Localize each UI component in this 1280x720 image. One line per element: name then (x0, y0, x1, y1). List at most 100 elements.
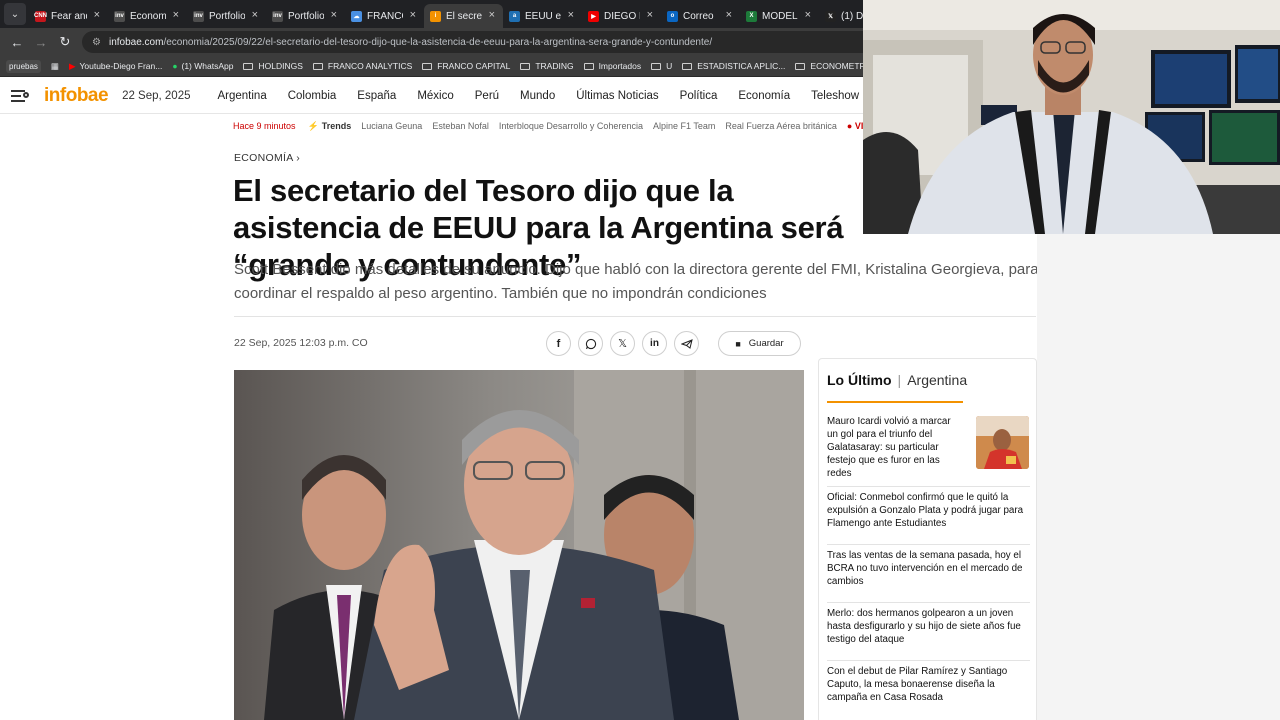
linkedin-icon[interactable]: in (642, 331, 667, 356)
bookmark-item[interactable]: HOLDINGS (243, 61, 303, 71)
bookmark-label: U (666, 61, 673, 71)
bookmark-item[interactable]: ESTADISTICA APLIC... (682, 61, 785, 71)
tab-close-icon[interactable]: × (331, 9, 337, 21)
live-badge[interactable]: ● VI (847, 121, 863, 131)
news-divider (827, 602, 1030, 603)
browser-tab[interactable]: a EEUU est × (503, 4, 582, 28)
folder-icon (422, 62, 433, 70)
bookmark-item[interactable]: ● (1) WhatsApp (172, 61, 233, 71)
nav-link[interactable]: Perú (475, 90, 499, 102)
latest-news-item[interactable]: Oficial: Conmebol confirmó que le quitó … (827, 491, 1030, 530)
menu-search-icon[interactable] (11, 89, 29, 103)
tab-favicon-icon: inv (114, 10, 125, 22)
tab-favicon-icon: inv (272, 10, 283, 22)
tab-close-icon[interactable]: × (410, 9, 416, 21)
forward-icon[interactable]: → (30, 35, 52, 50)
nav-link[interactable]: Argentina (217, 90, 266, 102)
browser-tab[interactable]: CNN Fear and × (29, 4, 108, 28)
nav-link[interactable]: Teleshow (811, 90, 859, 102)
webcam-backdrop (1037, 234, 1280, 720)
site-info-icon[interactable]: ⚙ (92, 37, 101, 48)
browser-tab[interactable]: inv Econom × (108, 4, 187, 28)
browser-tab[interactable]: ▶ DIEGO F × (582, 4, 661, 28)
bookmark-label: HOLDINGS (258, 61, 303, 71)
latest-news-item[interactable]: Mauro Icardi volvió a marcar un gol para… (827, 415, 960, 480)
nav-link[interactable]: España (357, 90, 396, 102)
tab-favicon-icon: o (667, 10, 678, 22)
apps-grid-icon[interactable]: ▦ (51, 61, 59, 72)
nav-link[interactable]: Últimas Noticias (576, 90, 658, 102)
bookmark-item[interactable]: U (651, 61, 672, 71)
facebook-icon[interactable]: f (546, 331, 571, 356)
bookmark-icon: ■ (735, 338, 741, 349)
back-icon[interactable]: ← (6, 35, 28, 50)
url-bar[interactable]: ⚙ infobae.com/economia/2025/09/22/el-sec… (82, 31, 912, 53)
browser-tab[interactable]: ☁ FRANCO × (345, 4, 424, 28)
hero-photo[interactable] (234, 370, 804, 720)
save-button[interactable]: ■ Guardar (718, 331, 801, 356)
nav-link[interactable]: México (417, 90, 453, 102)
browser-tab[interactable]: X MODELO × (740, 4, 819, 28)
tab-title: MODELO (762, 10, 798, 22)
trend-link[interactable]: Interbloque Desarrollo y Coherencia (499, 121, 643, 131)
trend-link[interactable]: Esteban Nofal (432, 121, 489, 131)
x-twitter-icon[interactable]: 𝕏 (610, 331, 635, 356)
bookmark-item[interactable]: FRANCO ANALYTICS (312, 61, 412, 71)
tab-close-icon[interactable]: × (726, 9, 732, 21)
reload-icon[interactable]: ↻ (54, 34, 76, 50)
bolt-icon: ⚡ (307, 120, 319, 131)
browser-tab[interactable]: i El secret × (424, 4, 503, 28)
bookmark-label: Youtube-Diego Fran... (79, 61, 163, 71)
news-thumbnail[interactable] (976, 416, 1029, 469)
tab-title: DIEGO F (604, 10, 640, 22)
bookmark-item[interactable]: TRADING (520, 61, 574, 71)
save-label: Guardar (748, 338, 784, 349)
trends-list: Luciana Geuna Esteban Nofal Interbloque De… (361, 121, 847, 131)
tab-close-icon[interactable]: × (252, 9, 258, 21)
nav-link[interactable]: Colombia (288, 90, 337, 102)
folder-icon (520, 62, 531, 70)
news-divider (827, 544, 1030, 545)
browser-tab[interactable]: inv Portfolio × (266, 4, 345, 28)
latest-region[interactable]: Argentina (907, 372, 967, 388)
bookmark-item[interactable]: ECONOMETRIA (795, 61, 874, 71)
nav-link[interactable]: Economía (738, 90, 790, 102)
trend-link[interactable]: Luciana Geuna (361, 121, 422, 131)
bookmark-item[interactable]: Importados (583, 61, 642, 71)
tab-close-icon[interactable]: × (805, 9, 811, 21)
tab-title: El secret (446, 10, 482, 22)
tab-search-button[interactable]: ⌄ (4, 3, 26, 25)
bookmark-label: Importados (598, 61, 642, 71)
browser-tab[interactable]: o Correo × (661, 4, 740, 28)
folder-icon (583, 62, 594, 70)
infobae-logo[interactable]: infobae (44, 85, 109, 107)
latest-news-item[interactable]: Con el debut de Pilar Ramírez y Santiago… (827, 665, 1030, 704)
tab-close-icon[interactable]: × (489, 9, 495, 21)
tab-favicon-icon: ☁ (351, 10, 362, 22)
latest-news-item[interactable]: Tras las ventas de la semana pasada, hoy… (827, 549, 1030, 588)
url-host: infobae.com (108, 36, 164, 48)
tab-close-icon[interactable]: × (647, 9, 653, 21)
browser-tab[interactable]: inv Portfolio × (187, 4, 266, 28)
nav-link[interactable]: Mundo (520, 90, 555, 102)
tab-close-icon[interactable]: × (173, 9, 179, 21)
trend-link[interactable]: Real Fuerza Aérea británica (725, 121, 837, 131)
latest-news-item[interactable]: Merlo: dos hermanos golpearon a un joven… (827, 607, 1030, 646)
folder-icon (795, 62, 806, 70)
section-breadcrumb[interactable]: ECONOMÍA › (234, 152, 300, 164)
main-nav: Argentina Colombia España México Perú Mundo Úl… (217, 90, 915, 102)
telegram-icon[interactable] (674, 331, 699, 356)
tab-close-icon[interactable]: × (94, 9, 100, 21)
bookmark-item[interactable]: ▶ Youtube-Diego Fran... (69, 61, 162, 72)
tab-title: EEUU est (525, 10, 561, 22)
whatsapp-icon[interactable] (578, 331, 603, 356)
tab-title: FRANCO (367, 10, 403, 22)
nav-link[interactable]: Política (680, 90, 718, 102)
tab-close-icon[interactable]: × (568, 9, 574, 21)
tab-favicon-icon: i (430, 10, 441, 22)
tab-title: Correo (683, 10, 714, 22)
bookmark-item[interactable]: pruebas (6, 59, 41, 73)
bookmark-item[interactable]: FRANCO CAPITAL (422, 61, 510, 71)
trend-link[interactable]: Alpine F1 Team (653, 121, 715, 131)
tab-favicon-icon: inv (193, 10, 204, 22)
